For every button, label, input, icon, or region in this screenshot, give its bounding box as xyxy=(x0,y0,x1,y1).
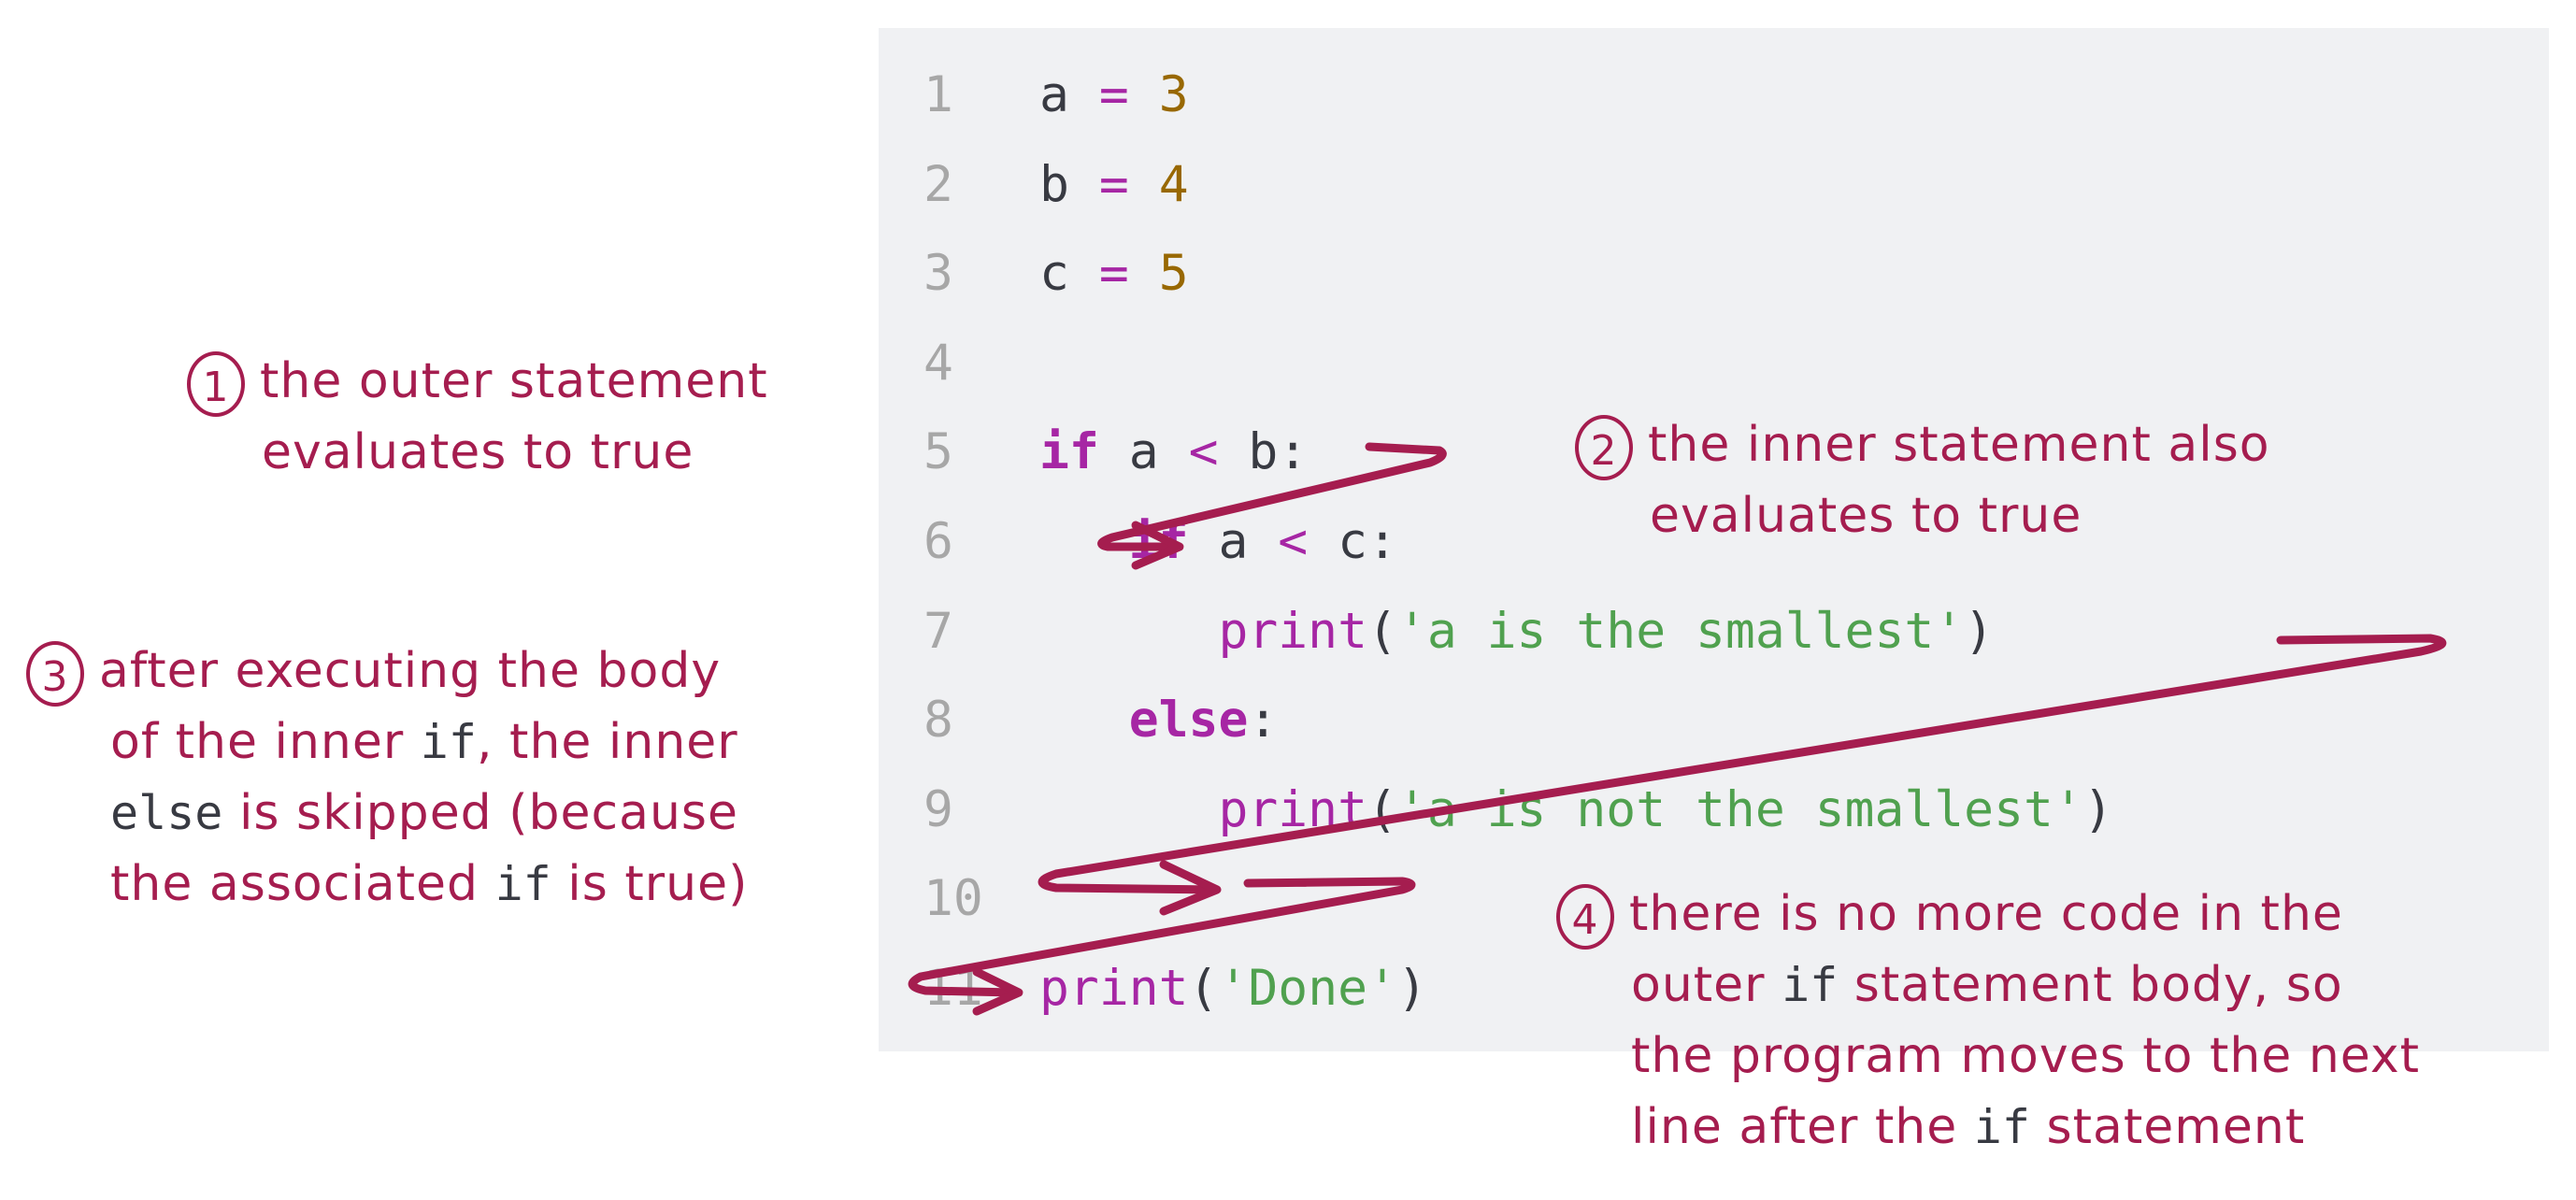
code-text: b = 4 xyxy=(1039,156,1189,213)
line-number: 2 xyxy=(923,156,953,213)
line-number: 9 xyxy=(923,781,953,838)
annotation-line: else is skipped (because xyxy=(110,785,738,841)
annotation-line: 1 the outer statement xyxy=(187,346,768,417)
annotation-line: evaluates to true xyxy=(262,424,694,480)
annotation-line: of the inner if, the inner xyxy=(110,714,738,770)
code-text: print('a is not the smallest') xyxy=(1218,781,2113,838)
annotation-line: evaluates to true xyxy=(1650,488,2082,544)
line-number: 10 xyxy=(923,870,983,927)
annotation-line: 4 there is no more code in the xyxy=(1556,879,2420,950)
annotation-2: 2 the inner statement also evaluates to tr… xyxy=(1575,409,2270,551)
line-number: 7 xyxy=(923,603,953,660)
step-number-badge: 3 xyxy=(26,641,84,707)
annotation-line: the associated if is true) xyxy=(110,856,749,912)
code-text: else: xyxy=(1128,692,1279,749)
annotation-4: 4 there is no more code in the outer if st… xyxy=(1556,879,2420,1163)
code-text: a = 3 xyxy=(1039,66,1189,123)
annotation-line: the program moves to the next xyxy=(1631,1028,2421,1084)
line-number: 3 xyxy=(923,245,953,302)
code-text: if a < b: xyxy=(1039,423,1309,480)
code-text: c = 5 xyxy=(1039,245,1189,302)
line-number: 11 xyxy=(923,960,983,1017)
line-number: 6 xyxy=(923,513,953,570)
step-number-badge: 2 xyxy=(1575,415,1633,480)
annotation-line: outer if statement body, so xyxy=(1631,957,2343,1013)
step-number-badge: 4 xyxy=(1556,884,1614,950)
annotation-line: 3 after executing the body xyxy=(26,636,748,707)
line-number: 5 xyxy=(923,423,953,480)
line-number: 4 xyxy=(923,335,953,392)
code-text: print('a is the smallest') xyxy=(1218,603,1995,660)
step-number-badge: 1 xyxy=(187,351,245,417)
annotation-1: 1 the outer statement evaluates to true xyxy=(187,346,768,488)
line-number: 8 xyxy=(923,692,953,749)
code-text: print('Done') xyxy=(1039,960,1427,1017)
annotation-line: 2 the inner statement also xyxy=(1575,409,2270,480)
annotation-3: 3 after executing the body of the inner if… xyxy=(26,636,748,920)
line-number: 1 xyxy=(923,66,953,123)
annotation-line: line after the if statement xyxy=(1631,1099,2306,1155)
code-text: if a < c: xyxy=(1128,513,1397,570)
